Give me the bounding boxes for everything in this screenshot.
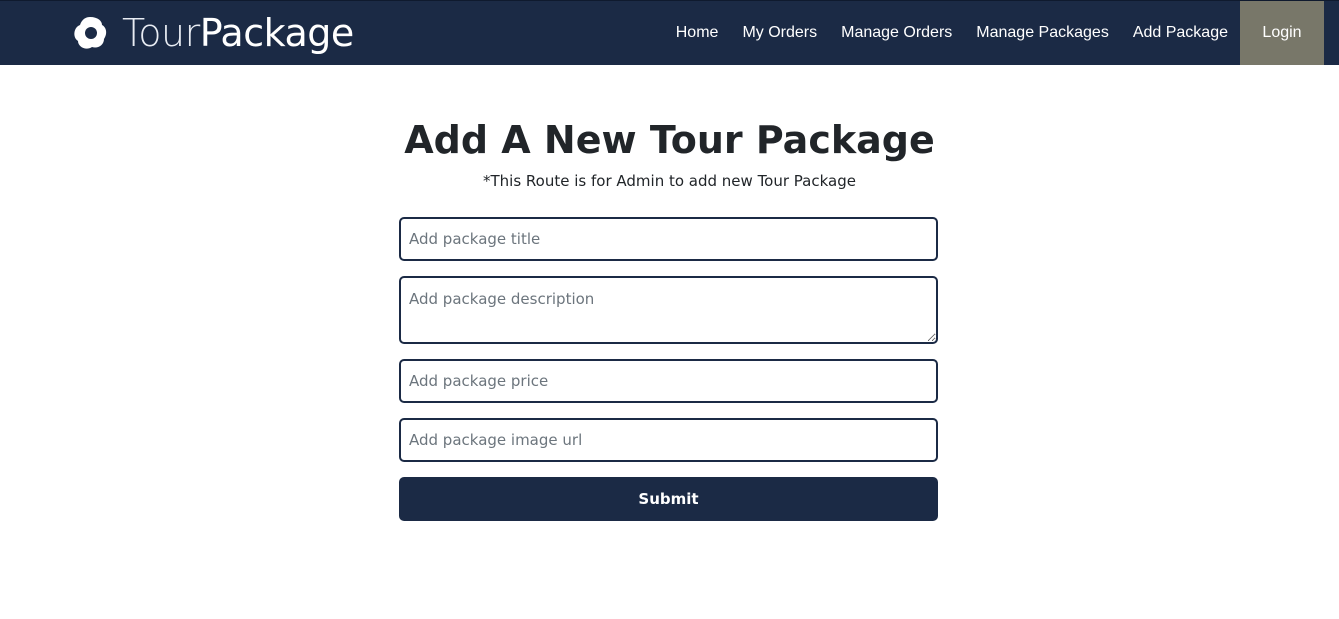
package-image-url-input[interactable] [399, 418, 938, 462]
nav-home[interactable]: Home [664, 1, 731, 65]
main-content: Add A New Tour Package *This Route is fo… [0, 65, 1339, 619]
nav-my-orders[interactable]: My Orders [730, 1, 829, 65]
nav-manage-packages[interactable]: Manage Packages [964, 1, 1121, 65]
package-description-input[interactable] [399, 276, 938, 344]
add-package-form: Submit [399, 217, 938, 521]
login-button[interactable]: Login [1240, 1, 1324, 65]
brand[interactable]: TourPackage [72, 9, 354, 57]
page-subtitle: *This Route is for Admin to add new Tour… [483, 172, 856, 190]
brand-name-bold: Package [199, 11, 355, 55]
page-title: Add A New Tour Package [404, 118, 935, 162]
brand-name: TourPackage [122, 9, 354, 57]
nav-manage-orders[interactable]: Manage Orders [829, 1, 964, 65]
package-title-input[interactable] [399, 217, 938, 261]
brand-name-light: Tour [122, 11, 200, 55]
submit-button[interactable]: Submit [399, 477, 938, 521]
navbar: TourPackage Home My Orders Manage Orders… [0, 0, 1339, 65]
flower-logo-icon [74, 17, 107, 49]
nav-links: Home My Orders Manage Orders Manage Pack… [664, 1, 1339, 65]
nav-add-package[interactable]: Add Package [1121, 1, 1240, 65]
package-price-input[interactable] [399, 359, 938, 403]
